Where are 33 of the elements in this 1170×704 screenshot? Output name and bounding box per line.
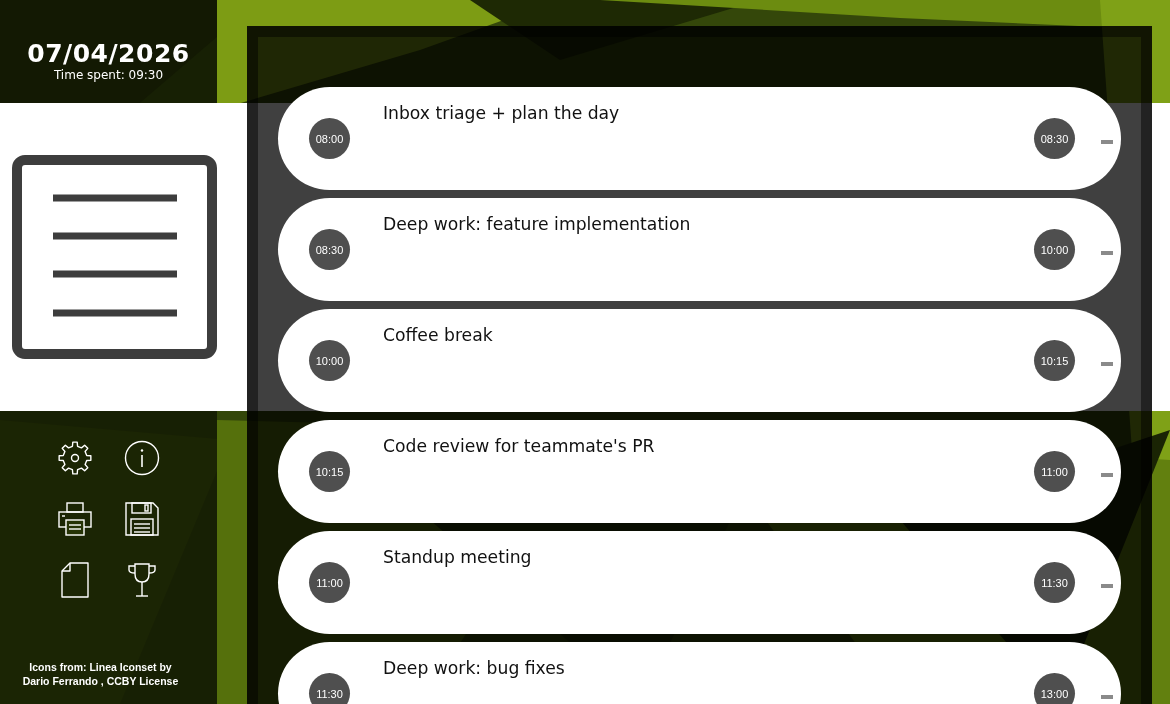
start-time-badge: 11:30 [309, 673, 350, 704]
info-icon[interactable] [124, 440, 160, 476]
printer-icon[interactable] [57, 501, 93, 537]
end-time-badge: 08:30 [1034, 118, 1075, 159]
start-time-badge: 10:00 [309, 340, 350, 381]
start-time-badge: 11:00 [309, 562, 350, 603]
task-title: Standup meeting [383, 546, 533, 568]
end-time-badge: 13:00 [1034, 673, 1075, 704]
menu-icon[interactable] [12, 155, 217, 359]
credits-text: Icons from: Linea Iconset by Dario Ferrando , CCBY License [21, 660, 180, 688]
start-time-badge: 08:30 [309, 229, 350, 270]
end-time-badge: 10:00 [1034, 229, 1075, 270]
document-icon[interactable] [61, 562, 89, 598]
minus-icon[interactable] [1101, 361, 1113, 366]
task-card[interactable]: 08:00 Inbox triage + plan the day 08:30 [278, 87, 1121, 190]
task-title: Deep work: feature implementation [383, 213, 692, 235]
task-title: Deep work: bug fixes [383, 657, 566, 679]
end-time-badge: 11:30 [1034, 562, 1075, 603]
minus-icon[interactable] [1101, 250, 1113, 255]
start-time-badge: 08:00 [309, 118, 350, 159]
task-title: Code review for teammate's PR [383, 435, 656, 457]
time-spent-label: Time spent: 09:30 [53, 68, 164, 82]
end-time-badge: 11:00 [1034, 451, 1075, 492]
task-card[interactable]: 10:00 Coffee break 10:15 [278, 309, 1121, 412]
task-title: Coffee break [383, 324, 494, 346]
task-title: Inbox triage + plan the day [383, 102, 621, 124]
start-time-badge: 10:15 [309, 451, 350, 492]
trophy-icon[interactable] [127, 562, 157, 598]
settings-icon[interactable] [57, 440, 93, 476]
end-time-badge: 10:15 [1034, 340, 1075, 381]
minus-icon[interactable] [1101, 139, 1113, 144]
date-label: 07/04/2026 [27, 40, 190, 68]
task-card[interactable]: 08:30 Deep work: feature implementation 10:00 [278, 198, 1121, 301]
